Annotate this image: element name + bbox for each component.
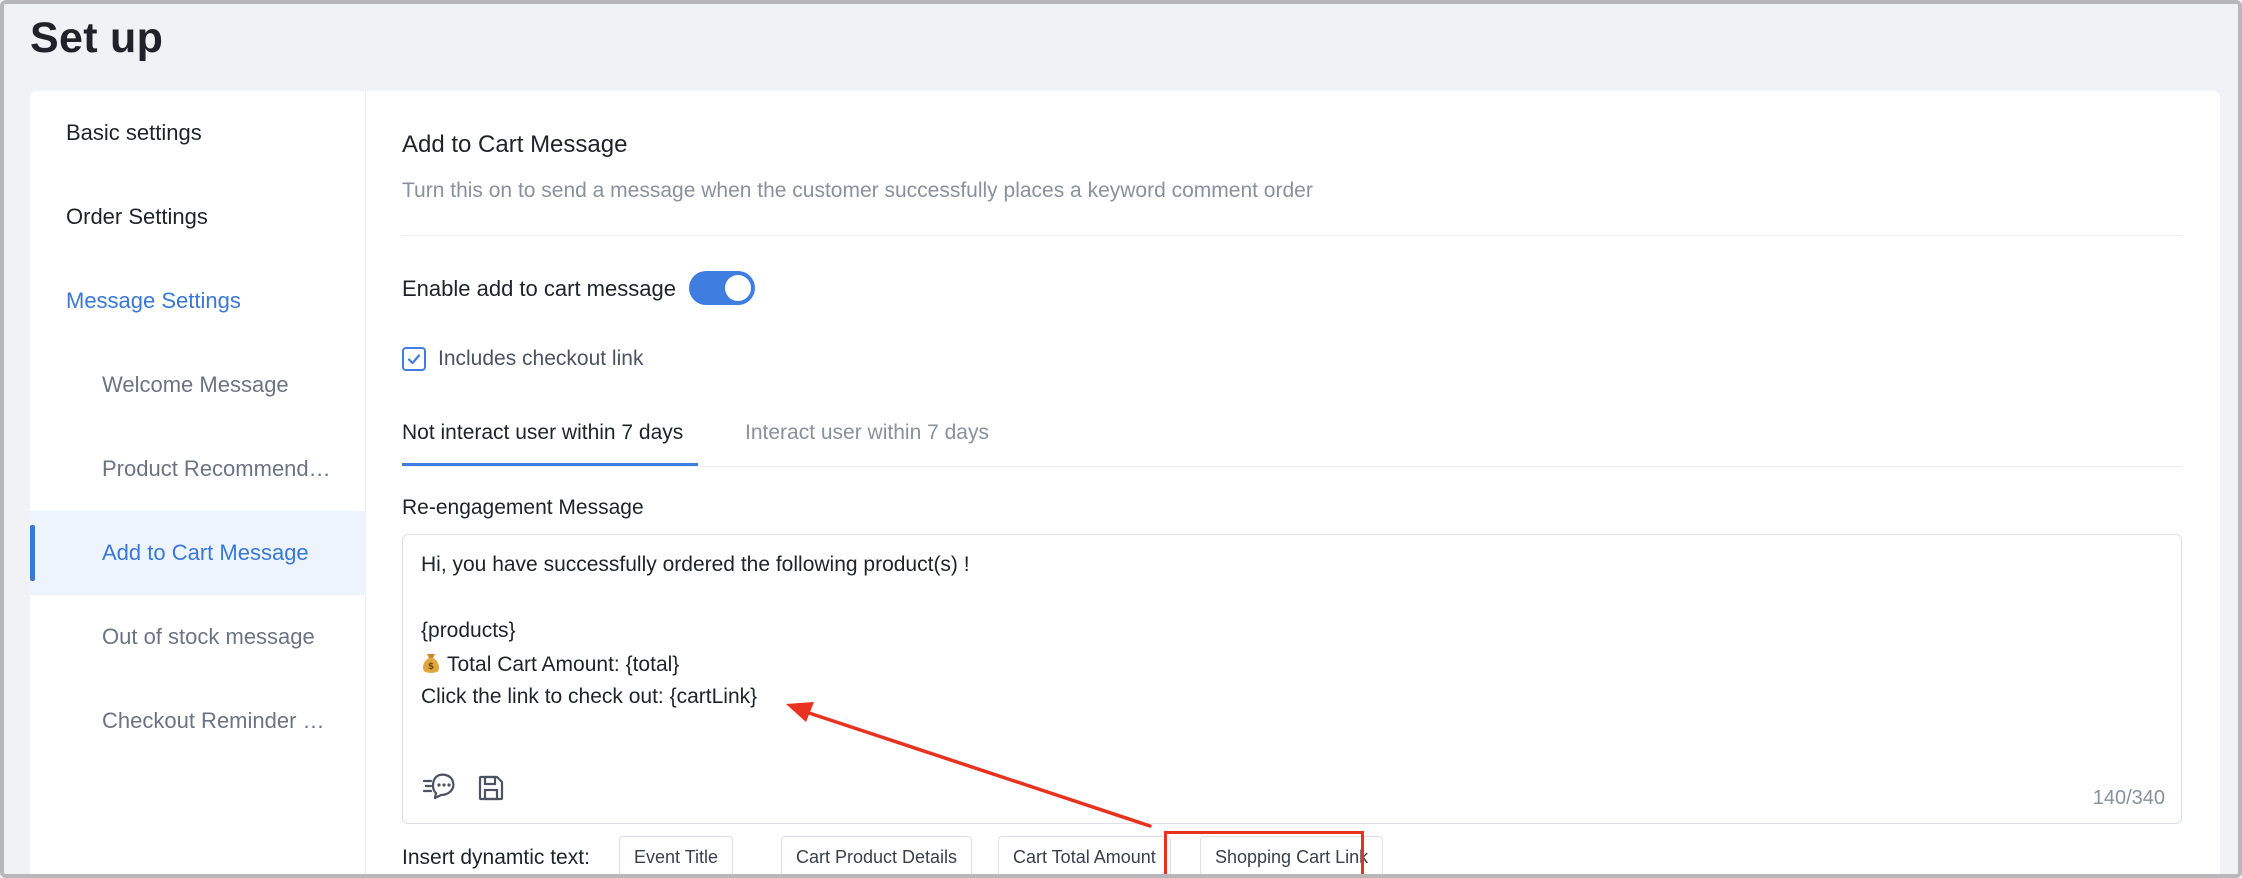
sidebar-item-welcome-message[interactable]: Welcome Message <box>30 343 366 427</box>
chip-shopping-cart-link[interactable]: Shopping Cart Link <box>1200 836 1384 878</box>
sidebar-item-label: Product Recommendations <box>102 456 342 481</box>
message-textarea[interactable]: Hi, you have successfully ordered the fo… <box>402 534 2182 824</box>
sidebar-item-out-of-stock-message[interactable]: Out of stock message <box>30 595 366 679</box>
sidebar-item-label: Order Settings <box>66 204 208 229</box>
svg-text:$: $ <box>428 662 434 672</box>
sidebar-item-label: Out of stock message <box>102 624 315 649</box>
page-title: Set up <box>30 14 164 62</box>
section-title: Add to Cart Message <box>402 131 628 158</box>
sidebar-item-product-recommendations[interactable]: Product Recommendations <box>30 427 366 511</box>
sidebar-item-label: Message Settings <box>66 288 241 313</box>
message-line: {products} <box>421 619 516 642</box>
insert-dynamic-text-label: Insert dynamtic text: <box>402 846 590 869</box>
tab-not-interact-user[interactable]: Not interact user within 7 days <box>402 421 683 445</box>
sidebar-item-add-to-cart-message[interactable]: Add to Cart Message <box>30 511 366 595</box>
message-line: $ Total Cart Amount: {total} <box>421 652 679 680</box>
chip-event-title[interactable]: Event Title <box>619 836 734 878</box>
enable-label: Enable add to cart message <box>402 276 676 301</box>
tab-divider <box>402 466 2182 467</box>
chip-cart-product-details[interactable]: Cart Product Details <box>781 836 973 878</box>
message-field-label: Re-engagement Message <box>402 496 644 519</box>
sidebar-item-label: Welcome Message <box>102 372 289 397</box>
character-counter: 140/340 <box>2092 787 2165 809</box>
sidebar-item-label: Checkout Reminder Message <box>102 708 342 733</box>
sidebar-item-message-settings[interactable]: Message Settings <box>30 259 366 343</box>
checkout-link-checkbox[interactable] <box>402 347 426 371</box>
section-description: Turn this on to send a message when the … <box>402 179 1313 202</box>
chip-cart-total-amount[interactable]: Cart Total Amount <box>998 836 1171 878</box>
divider <box>402 235 2182 236</box>
total-amount-text: Total Cart Amount: {total} <box>447 653 680 676</box>
sidebar-item-checkout-reminder[interactable]: Checkout Reminder Message <box>30 679 366 763</box>
quick-reply-icon[interactable] <box>422 771 457 806</box>
message-line: Hi, you have successfully ordered the fo… <box>421 553 970 576</box>
enable-toggle[interactable] <box>689 271 755 305</box>
check-icon <box>407 354 421 365</box>
money-bag-icon: $ <box>421 652 441 680</box>
toggle-knob <box>725 275 751 301</box>
sidebar: Basic settings Order Settings Message Se… <box>30 91 366 878</box>
sidebar-item-basic-settings[interactable]: Basic settings <box>30 91 366 175</box>
save-icon[interactable] <box>477 774 505 807</box>
sidebar-item-label: Basic settings <box>66 120 202 145</box>
checkout-link-label: Includes checkout link <box>438 347 644 370</box>
sidebar-item-order-settings[interactable]: Order Settings <box>30 175 366 259</box>
settings-card: Basic settings Order Settings Message Se… <box>30 91 2220 878</box>
sidebar-item-label: Add to Cart Message <box>102 540 309 565</box>
tab-interact-user[interactable]: Interact user within 7 days <box>745 421 989 445</box>
message-line: Click the link to check out: {cartLink} <box>421 685 758 708</box>
